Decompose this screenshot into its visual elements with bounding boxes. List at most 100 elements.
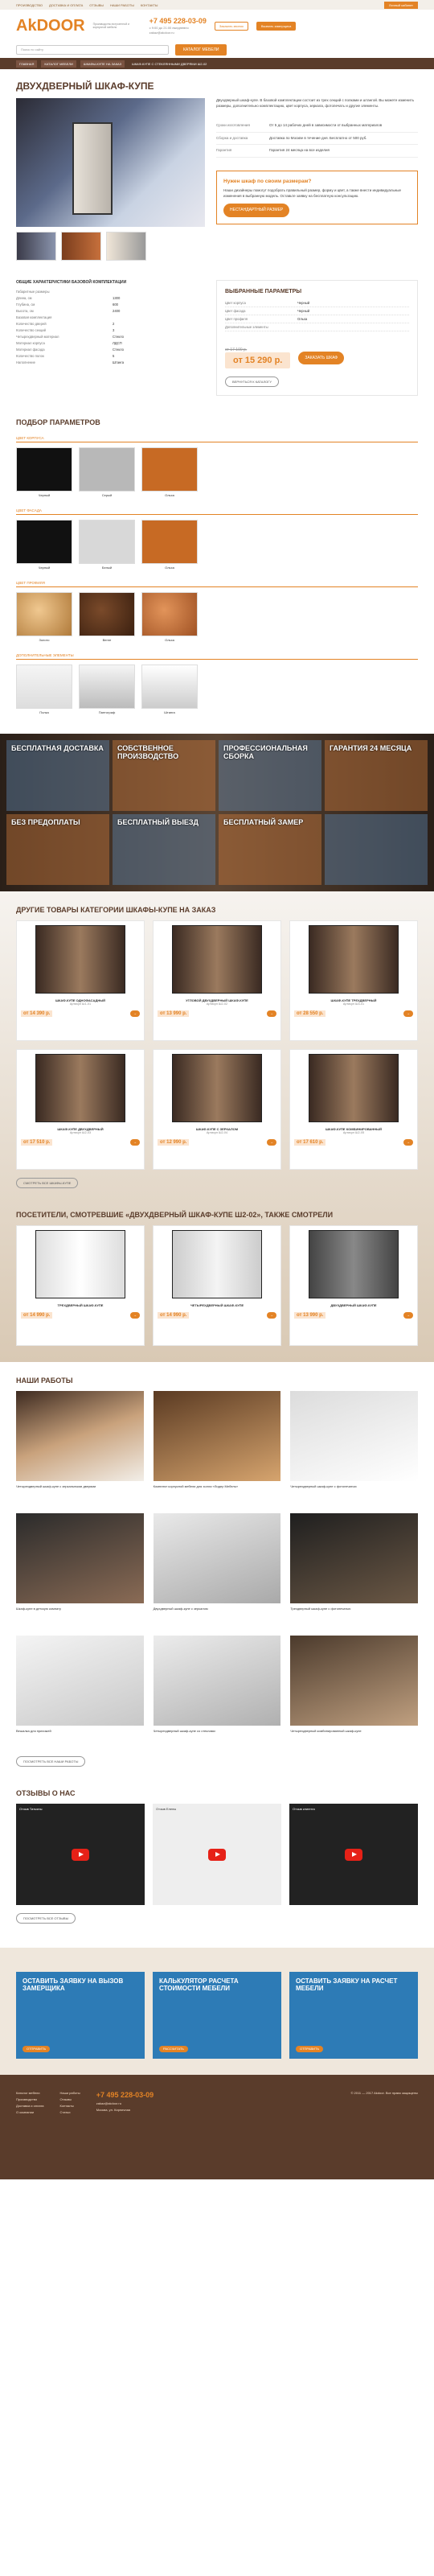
work-item[interactable]: Шкаф-купе в детскую комнату — [16, 1513, 144, 1626]
work-item[interactable]: Четырехдверный шкаф-купе с зеркальными д… — [16, 1391, 144, 1504]
cta-button[interactable]: Отправить — [296, 2045, 324, 2052]
product-thumb[interactable] — [16, 232, 56, 261]
product-card[interactable]: Шкаф-купе однофасадный Артикул Ш1-01 от 14… — [16, 920, 145, 1041]
footer-link[interactable]: Контакты — [60, 2104, 80, 2108]
cta-button[interactable]: Отправить — [23, 2045, 51, 2052]
product-card-buy[interactable]: → — [267, 1312, 276, 1319]
topnav-link[interactable]: Производство — [16, 3, 43, 7]
footer-link[interactable]: Отзывы — [60, 2097, 80, 2101]
product-card-buy[interactable]: → — [130, 1139, 140, 1146]
custom-size-button[interactable]: Нестандартный размер — [223, 204, 290, 218]
product-card-buy[interactable]: → — [403, 1010, 413, 1017]
cta-measure[interactable]: Оставить заявку на вызов замерщика Отправ… — [16, 1972, 145, 2059]
search-input[interactable]: Поиск по сайту — [16, 45, 169, 55]
cabinet-button[interactable]: Личный кабинет — [383, 1, 418, 9]
swatch[interactable]: Серый — [79, 447, 135, 497]
swatch[interactable]: Золото — [16, 592, 72, 642]
work-item[interactable]: Четырехдверный шкаф-купе с фотопечатью — [290, 1391, 418, 1504]
product-card[interactable]: Шкаф-купе трехдверный Артикул Ш3-01 от 28 … — [289, 920, 418, 1041]
product-main-image[interactable] — [16, 98, 205, 227]
product-card-buy[interactable]: → — [267, 1139, 276, 1146]
swatch-label: Черный — [38, 493, 51, 497]
all-works-button[interactable]: Посмотреть все наши работы — [16, 1756, 86, 1767]
swatch[interactable]: Полка — [16, 665, 72, 714]
measure-button[interactable]: Вызвать замерщика — [256, 21, 297, 31]
order-button[interactable]: Заказать шкаф — [298, 352, 345, 364]
review-video[interactable]: Отзыв Елены — [153, 1804, 281, 1905]
footer-link[interactable]: Производство — [16, 2097, 44, 2101]
product-card-buy[interactable]: → — [403, 1139, 413, 1146]
swatch[interactable]: Черный — [16, 447, 72, 497]
param-group-title[interactable]: Цвет профиля — [16, 581, 418, 587]
video-title: Отзыв Татьяны — [19, 1807, 43, 1811]
spec-label: Глубина, см — [16, 302, 35, 307]
product-card[interactable]: Угловой двухдверный шкаф-купе Артикул Ш2-… — [153, 920, 281, 1041]
spec-value: 1300 — [113, 295, 121, 300]
all-related-button[interactable]: Смотреть все шкафы-купе — [16, 1178, 79, 1188]
work-item[interactable]: Трехдверный шкаф-купе с фотопечатью — [290, 1513, 418, 1626]
param-group-extras: Дополнительные элементы Полка Пантограф … — [0, 650, 434, 722]
product-card[interactable]: Шкаф-купе двухдверный Артикул Ш2-03 от 17 … — [16, 1049, 145, 1170]
work-item[interactable]: Комплект корпусной мебели для холла «Лид… — [153, 1391, 281, 1504]
product-card[interactable]: Шкаф-купе с зеркалом Артикул Ш2-04 от 12 9… — [153, 1049, 281, 1170]
breadcrumb-item[interactable]: Каталог мебели — [41, 60, 76, 68]
breadcrumb-item[interactable]: Главная — [16, 60, 38, 68]
footer-link[interactable]: Статьи — [60, 2110, 80, 2114]
review-video[interactable]: Отзыв клиента — [289, 1804, 418, 1905]
spec-value: ЛДСП — [113, 340, 122, 345]
work-item[interactable]: Двухдверный шкаф-купе с зеркалом — [153, 1513, 281, 1626]
cta-title: Оставить заявку на вызов замерщика — [23, 1977, 124, 1992]
swatch[interactable]: Ольха — [141, 520, 198, 570]
product-card[interactable]: Четырехдверный шкаф-купе от 14 990 р. → — [153, 1225, 281, 1346]
play-icon[interactable] — [208, 1849, 226, 1861]
swatch[interactable]: Черный — [16, 520, 72, 570]
work-item[interactable]: Четырехдверный комбинированный шкаф-купе — [290, 1636, 418, 1748]
product-thumb[interactable] — [106, 232, 146, 261]
breadcrumb-item[interactable]: Шкафы-купе на заказ — [80, 60, 125, 68]
footer-phone[interactable]: +7 495 228-03-09 — [96, 2091, 154, 2099]
work-item[interactable]: Вешалка для прихожей — [16, 1636, 144, 1748]
review-video[interactable]: Отзыв Татьяны — [16, 1804, 145, 1905]
header-email[interactable]: zakaz@akdoor.ru — [149, 31, 207, 35]
param-group-title[interactable]: Цвет корпуса — [16, 436, 418, 442]
product-card[interactable]: Двухдверный шкаф-купе от 13 990 р. → — [289, 1225, 418, 1346]
play-icon[interactable] — [72, 1849, 89, 1861]
swatch[interactable]: Белый — [79, 520, 135, 570]
all-reviews-button[interactable]: Посмотреть все отзывы — [16, 1913, 76, 1924]
product-card-buy[interactable]: → — [130, 1312, 140, 1319]
cta-button[interactable]: Рассчитать — [159, 2045, 188, 2052]
cta-estimate[interactable]: Оставить заявку на расчет мебели Отправит… — [289, 1972, 418, 2059]
footer-link[interactable]: Наши работы — [60, 2091, 80, 2095]
back-to-catalog-button[interactable]: Вернуться к каталогу — [225, 377, 279, 387]
topnav-link[interactable]: Отзывы — [89, 3, 104, 7]
swatch[interactable]: Венге — [79, 592, 135, 642]
product-card[interactable]: Шкаф-купе комбинированный Артикул Ш2-05 от… — [289, 1049, 418, 1170]
param-group-title[interactable]: Дополнительные элементы — [16, 653, 418, 660]
footer-link[interactable]: Каталог мебели — [16, 2091, 44, 2095]
swatch[interactable]: Пантограф — [79, 665, 135, 714]
spec-value: Стекло — [113, 334, 124, 339]
swatch[interactable]: Ольха — [141, 447, 198, 497]
product-thumb[interactable] — [61, 232, 101, 261]
catalog-button[interactable]: Каталог мебели — [175, 44, 227, 56]
swatch[interactable]: Ольха — [141, 592, 198, 642]
work-item[interactable]: Четырехдверный шкаф-купе со стеклами — [153, 1636, 281, 1748]
topnav-link[interactable]: Наши работы — [110, 3, 134, 7]
header-phone[interactable]: +7 495 228-03-09 — [149, 17, 207, 25]
footer-link[interactable]: О компании — [16, 2110, 44, 2114]
topnav-link[interactable]: Контакты — [141, 3, 158, 7]
swatch[interactable]: Штанга — [141, 665, 198, 714]
product-card-buy[interactable]: → — [130, 1010, 140, 1017]
footer-link[interactable]: Доставка и оплата — [16, 2104, 44, 2108]
topnav-link[interactable]: Доставка и оплата — [49, 3, 83, 7]
play-icon[interactable] — [345, 1849, 362, 1861]
logo[interactable]: AkDOOR — [16, 17, 85, 35]
param-group-title[interactable]: Цвет фасада — [16, 508, 418, 515]
footer-address: Москва, ул. Кирпичная — [96, 2108, 131, 2112]
callback-button[interactable]: Заказать звонок — [214, 21, 248, 31]
product-card[interactable]: Трехдверный шкаф-купе от 14 990 р. → — [16, 1225, 145, 1346]
product-card-buy[interactable]: → — [267, 1010, 276, 1017]
footer-email[interactable]: zakaz@akdoor.ru — [96, 2101, 154, 2105]
product-card-buy[interactable]: → — [403, 1312, 413, 1319]
cta-calculator[interactable]: Калькулятор расчета стоимости мебели Расс… — [153, 1972, 281, 2059]
